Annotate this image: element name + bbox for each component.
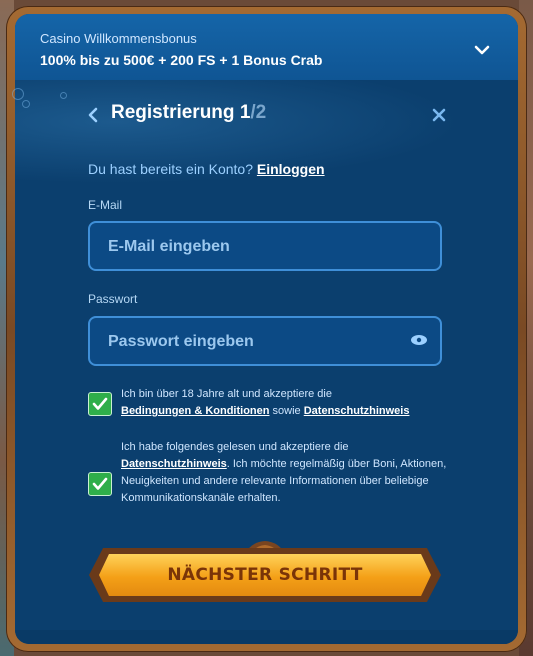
bonus-description: 100% bis zu 500€ + 200 FS + 1 Bonus Crab bbox=[40, 52, 323, 68]
bonus-title: Casino Willkommensbonus bbox=[40, 31, 197, 46]
check-icon bbox=[92, 397, 108, 410]
page-title: Registrierung 1/2 bbox=[111, 102, 266, 124]
title-text: Registrierung bbox=[111, 102, 235, 123]
password-label: Passwort bbox=[88, 292, 138, 306]
marketing-privacy-link[interactable]: Datenschutzhinweis bbox=[121, 458, 227, 470]
email-field[interactable] bbox=[106, 223, 410, 271]
age-consent-text: Ich bin über 18 Jahre alt und akzeptiere… bbox=[121, 386, 461, 420]
age-consent-checkbox[interactable] bbox=[88, 392, 112, 416]
login-prompt: Du hast bereits ein Konto? Einloggen bbox=[88, 161, 325, 177]
step-total: /2 bbox=[250, 102, 267, 123]
age-consent-mid: sowie bbox=[272, 405, 301, 417]
age-consent-prefix: Ich bin über 18 Jahre alt und akzeptiere… bbox=[121, 388, 332, 400]
panel-bottom-edge bbox=[15, 630, 518, 644]
privacy-link[interactable]: Datenschutzhinweis bbox=[304, 405, 410, 417]
next-step-button-wrap: NÄCHSTER SCHRITT bbox=[89, 540, 441, 604]
chevron-down-icon[interactable] bbox=[472, 40, 492, 60]
bubble-decoration bbox=[12, 88, 24, 100]
password-field-box bbox=[88, 316, 442, 366]
login-prompt-text: Du hast bereits ein Konto? bbox=[88, 161, 253, 177]
chevron-left-icon[interactable] bbox=[87, 105, 99, 125]
marketing-consent-text: Ich habe folgendes gelesen und akzeptier… bbox=[121, 439, 451, 507]
bonus-banner[interactable] bbox=[15, 14, 518, 80]
next-step-button[interactable]: NÄCHSTER SCHRITT bbox=[99, 554, 431, 596]
marketing-consent-prefix: Ich habe folgendes gelesen und akzeptier… bbox=[121, 441, 349, 453]
eye-icon[interactable] bbox=[410, 334, 428, 346]
close-icon[interactable] bbox=[431, 107, 447, 123]
check-icon bbox=[92, 477, 108, 490]
email-field-box bbox=[88, 221, 442, 271]
bubble-decoration bbox=[60, 92, 67, 99]
email-label: E-Mail bbox=[88, 198, 123, 212]
bubble-decoration bbox=[22, 100, 30, 108]
step-current: 1 bbox=[239, 102, 251, 123]
login-link[interactable]: Einloggen bbox=[257, 161, 325, 177]
terms-link[interactable]: Bedingungen & Konditionen bbox=[121, 405, 269, 417]
password-field[interactable] bbox=[106, 318, 410, 366]
marketing-consent-checkbox[interactable] bbox=[88, 472, 112, 496]
